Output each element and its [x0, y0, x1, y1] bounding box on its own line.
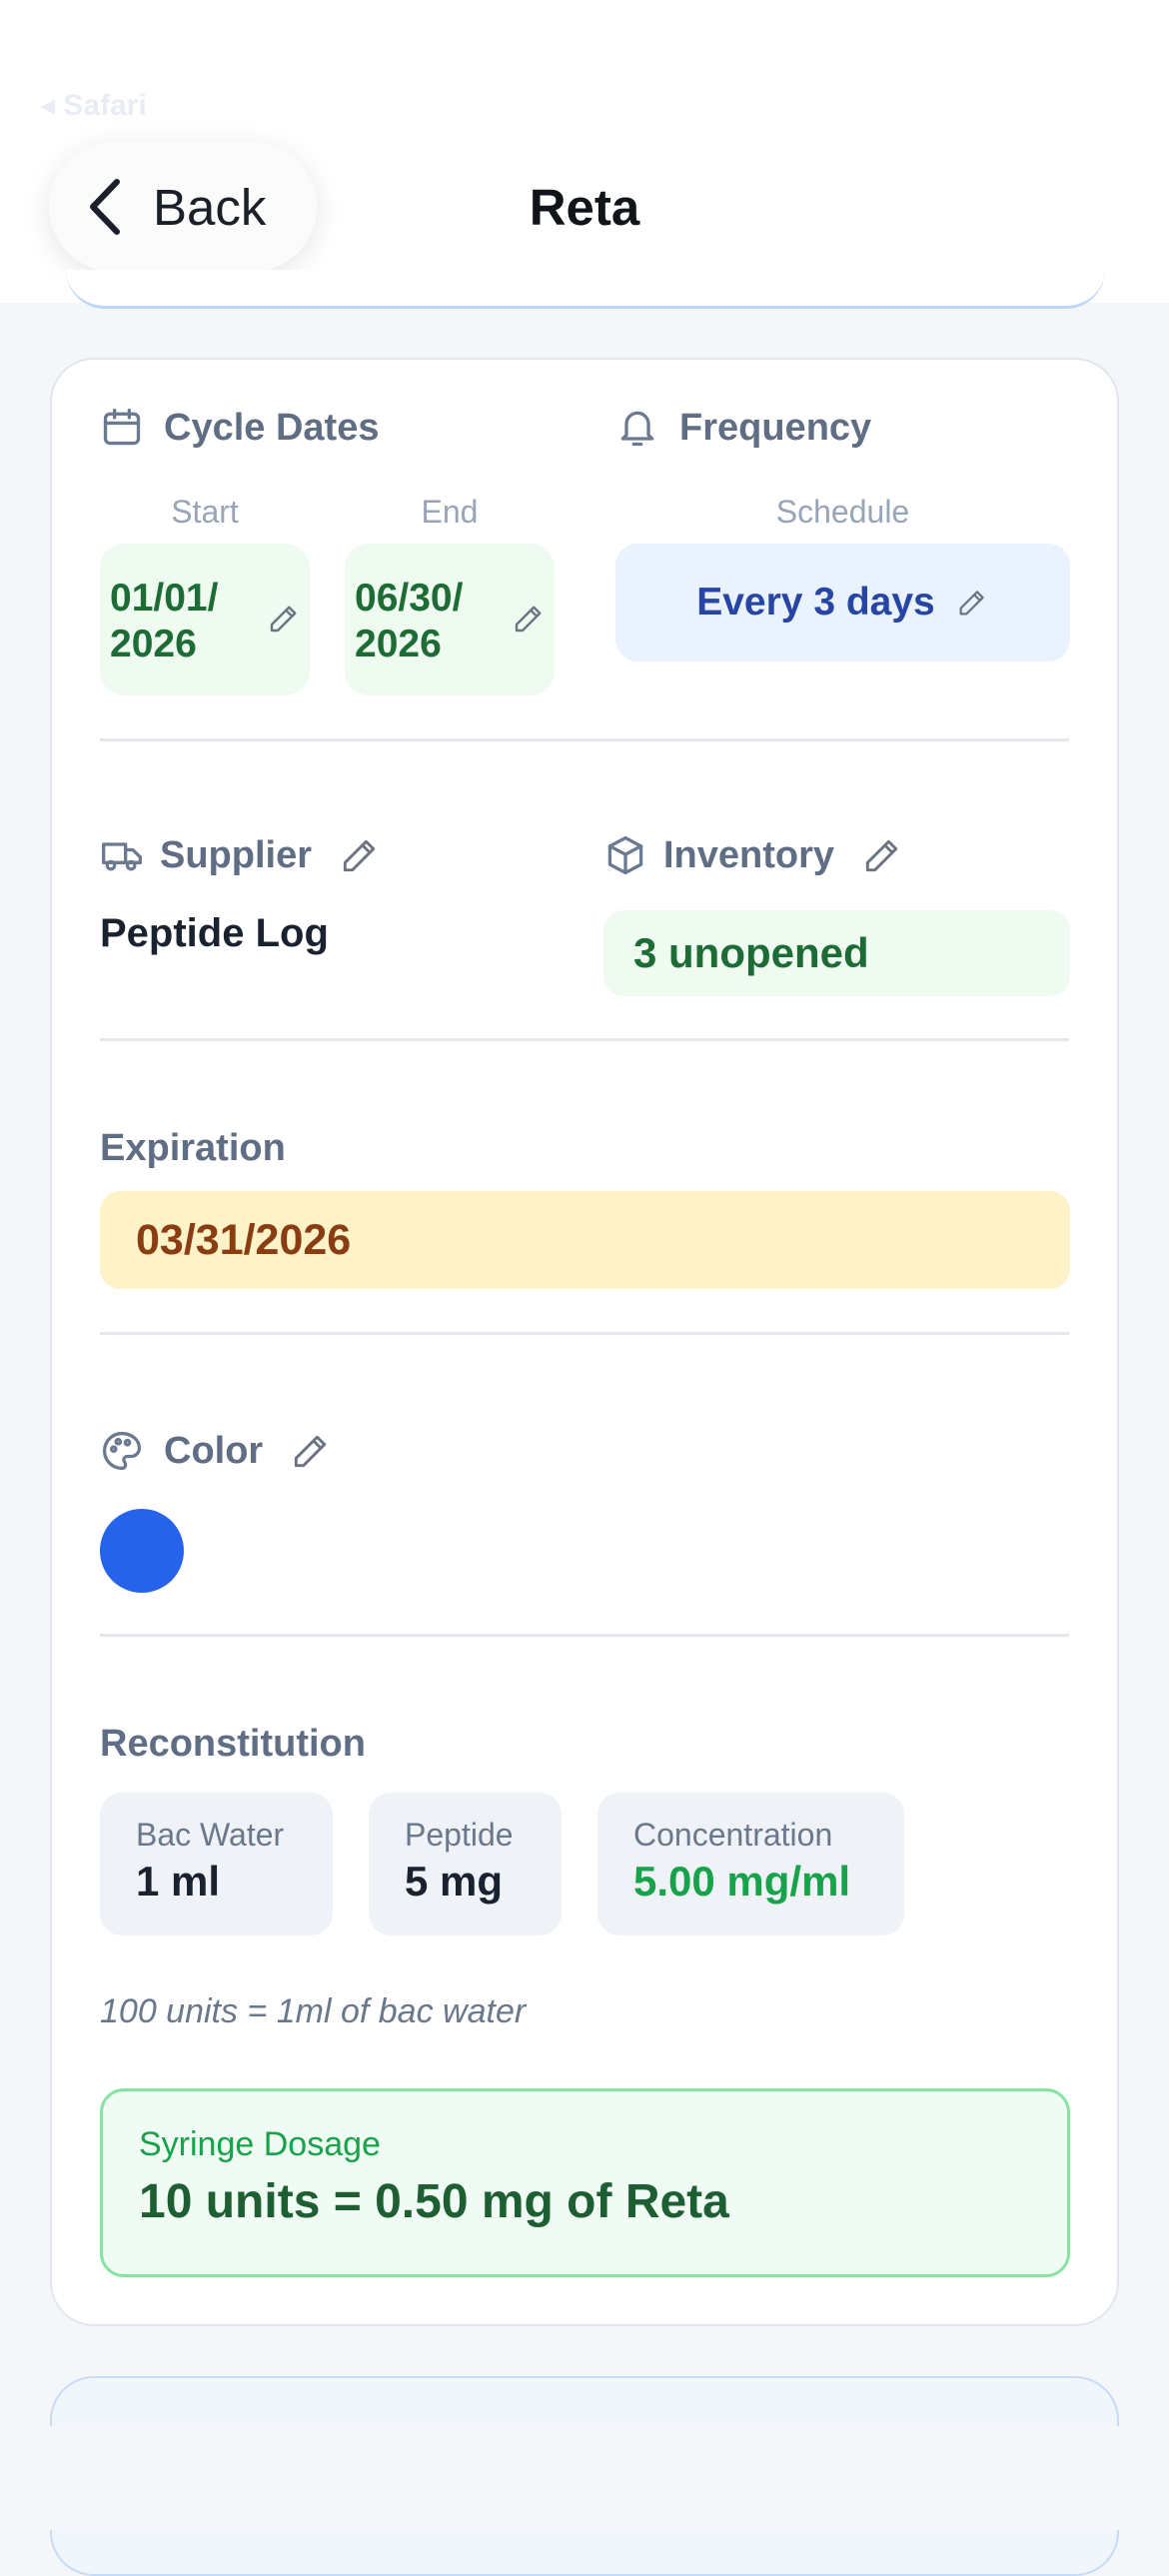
- peptide-stat: Peptide 5 mg: [369, 1793, 562, 1935]
- schedule-label: Schedule: [775, 494, 910, 530]
- divider: [100, 1332, 1069, 1335]
- truck-icon: [102, 842, 142, 871]
- schedule-value: Every 3 days: [696, 581, 935, 624]
- divider: [100, 1038, 1069, 1041]
- units-note: 100 units = 1ml of bac water: [100, 1992, 527, 2030]
- inventory-label: Inventory: [663, 833, 835, 876]
- pencil-icon: [515, 606, 542, 633]
- bac-water-label: Bac Water: [136, 1817, 285, 1853]
- supplier-heading: Supplier: [100, 833, 402, 877]
- cycle-dates-label: Cycle Dates: [164, 406, 380, 449]
- bottom-background: [0, 2426, 1169, 2530]
- bell-icon: [620, 411, 654, 447]
- start-date-value: 01/01/ 2026: [110, 577, 219, 665]
- syringe-dosage-box: Syringe Dosage 10 units = 0.50 mg of Ret…: [100, 2088, 1070, 2277]
- expiration-chip: 03/31/2026: [100, 1191, 1070, 1289]
- divider: [100, 1634, 1069, 1637]
- peptide-label: Peptide: [405, 1817, 514, 1853]
- inventory-chip: 3 unopened: [603, 910, 1070, 996]
- start-date-chip[interactable]: 01/01/ 2026: [100, 544, 310, 695]
- previous-card-edge: [66, 270, 1105, 309]
- bac-water-value: 1 ml: [136, 1858, 221, 1905]
- supplier-label: Supplier: [160, 833, 313, 876]
- cycle-dates-heading: Cycle Dates: [100, 406, 379, 450]
- start-label: Start: [171, 494, 239, 530]
- syringe-dosage-label: Syringe Dosage: [139, 2125, 381, 2163]
- color-swatch[interactable]: [100, 1509, 184, 1593]
- bac-water-stat: Bac Water 1 ml: [100, 1793, 333, 1935]
- color-heading: Color: [100, 1429, 353, 1473]
- pencil-icon[interactable]: [860, 833, 904, 877]
- frequency-label: Frequency: [679, 406, 872, 449]
- end-date-value: 06/30/ 2026: [355, 577, 464, 665]
- supplier-value: Peptide Log: [100, 911, 329, 955]
- concentration-value: 5.00 mg/ml: [633, 1858, 851, 1905]
- navigation-bar: ◂ Safari Back Reta: [0, 0, 1169, 303]
- end-date-chip[interactable]: 06/30/ 2026: [345, 544, 555, 695]
- peptide-value: 5 mg: [405, 1858, 504, 1905]
- frequency-chip[interactable]: Every 3 days: [615, 544, 1070, 661]
- inventory-value: 3 unopened: [633, 929, 869, 976]
- end-label: End: [421, 494, 479, 530]
- calendar-icon: [103, 408, 141, 446]
- frequency-heading: Frequency: [615, 406, 871, 450]
- package-icon: [607, 835, 643, 875]
- pencil-icon: [959, 591, 984, 616]
- divider: [100, 738, 1069, 741]
- pencil-icon: [270, 606, 297, 633]
- status-bar-back-to-safari[interactable]: ◂ Safari: [40, 88, 147, 123]
- pencil-icon[interactable]: [338, 833, 382, 877]
- inventory-heading: Inventory: [603, 833, 924, 877]
- reconstitution-label: Reconstitution: [100, 1723, 366, 1765]
- palette-icon: [102, 1431, 142, 1471]
- pencil-icon[interactable]: [289, 1429, 333, 1473]
- expiration-label: Expiration: [100, 1127, 286, 1169]
- concentration-stat: Concentration 5.00 mg/ml: [597, 1793, 904, 1935]
- color-label: Color: [164, 1429, 264, 1472]
- syringe-dosage-value: 10 units = 0.50 mg of Reta: [139, 2175, 729, 2228]
- concentration-label: Concentration: [633, 1817, 833, 1853]
- expiration-value: 03/31/2026: [136, 1215, 352, 1264]
- page-title: Reta: [529, 179, 640, 236]
